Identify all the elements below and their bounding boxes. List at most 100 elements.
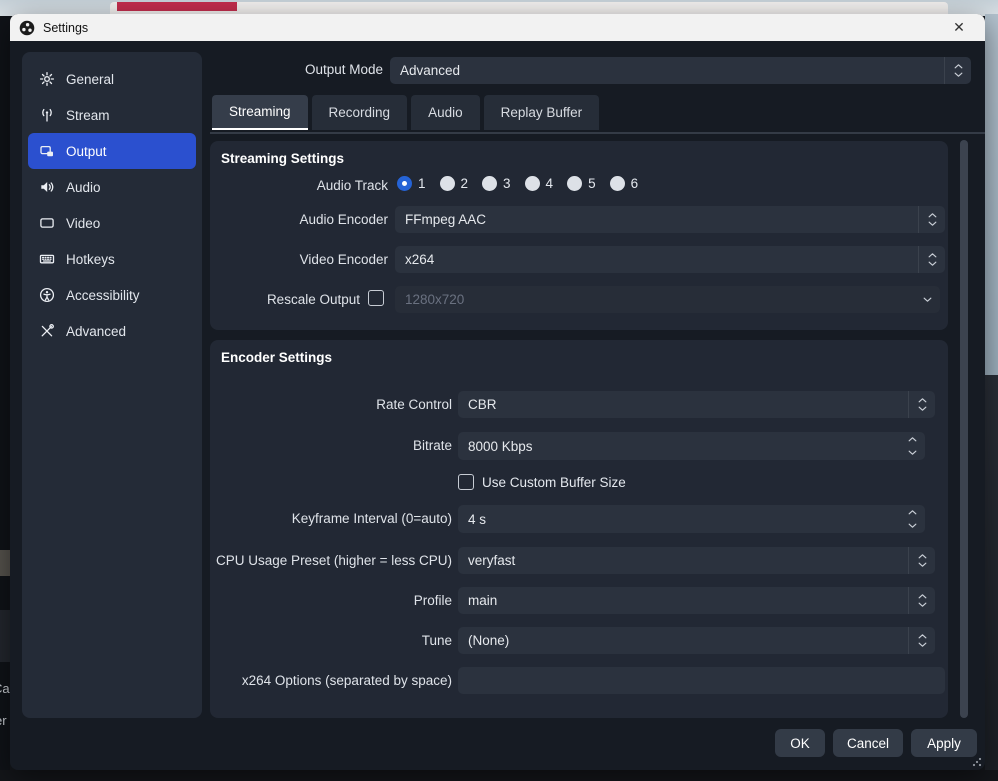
chevron-down-icon: [918, 602, 927, 607]
output-mode-select[interactable]: Advanced: [390, 57, 971, 84]
keyframe-interval-spinbox[interactable]: 4 s: [458, 505, 925, 533]
tab-audio[interactable]: Audio: [411, 95, 480, 130]
profile-label: Profile: [210, 593, 452, 608]
titlebar[interactable]: Settings ✕: [10, 14, 985, 41]
background-window-bottom: [0, 770, 998, 781]
video-encoder-select[interactable]: x264: [395, 246, 945, 273]
output-tabs: Streaming Recording Audio Replay Buffer: [212, 95, 599, 130]
chevron-up-icon: [918, 634, 927, 639]
spin-up-icon: [908, 437, 917, 442]
chevron-up-icon: [928, 213, 937, 218]
sidebar-item-label: General: [66, 72, 114, 87]
keyframe-interval-label: Keyframe Interval (0=auto): [210, 511, 452, 526]
background-left-fragment: [0, 610, 10, 662]
rescale-resolution-select[interactable]: 1280x720: [395, 286, 940, 313]
cpu-preset-label: CPU Usage Preset (higher = less CPU): [210, 553, 452, 568]
chevron-up-icon: [928, 253, 937, 258]
crossed-tools-icon: [39, 323, 55, 339]
background-text-fragment: Ca: [0, 681, 10, 696]
spin-down-icon: [908, 450, 917, 455]
window-title: Settings: [43, 21, 88, 35]
chevron-up-icon: [918, 554, 927, 559]
tab-recording[interactable]: Recording: [312, 95, 408, 130]
background-red-strip: [117, 2, 237, 11]
radio-checked-icon: [397, 176, 412, 191]
audio-track-option-4[interactable]: 4: [525, 176, 554, 191]
tab-streaming[interactable]: Streaming: [212, 95, 308, 130]
spin-down-icon: [908, 523, 917, 528]
output-display-icon: [39, 143, 55, 159]
obs-logo-icon: [19, 20, 35, 36]
scrollbar-thumb[interactable]: [960, 140, 968, 718]
background-text-fragment: er: [0, 713, 7, 728]
bitrate-label: Bitrate: [210, 438, 452, 453]
video-encoder-label: Video Encoder: [210, 252, 388, 267]
sidebar-item-hotkeys[interactable]: Hotkeys: [28, 241, 196, 277]
gear-icon: [39, 71, 55, 87]
cancel-button[interactable]: Cancel: [833, 729, 903, 757]
rescale-output-label: Rescale Output: [210, 292, 360, 307]
resize-grip[interactable]: [972, 757, 982, 767]
sidebar-item-label: Output: [66, 144, 107, 159]
chevron-down-icon: [928, 261, 937, 266]
rescale-output-checkbox[interactable]: [368, 290, 384, 306]
x264-options-field: [458, 667, 945, 694]
accessibility-person-icon: [39, 287, 55, 303]
output-mode-label: Output Mode: [210, 62, 383, 77]
sidebar-item-label: Accessibility: [66, 288, 140, 303]
sidebar-item-accessibility[interactable]: Accessibility: [28, 277, 196, 313]
close-icon[interactable]: ✕: [943, 14, 975, 41]
sidebar-item-video[interactable]: Video: [28, 205, 196, 241]
rate-control-select[interactable]: CBR: [458, 391, 935, 418]
audio-track-option-5[interactable]: 5: [567, 176, 596, 191]
chevron-up-icon: [954, 64, 963, 69]
profile-select[interactable]: main: [458, 587, 935, 614]
settings-dialog: Settings ✕ General Stream Output Audio V…: [10, 14, 985, 770]
cpu-preset-select[interactable]: veryfast: [458, 547, 935, 574]
encoder-settings-title: Encoder Settings: [221, 350, 332, 365]
tune-label: Tune: [210, 633, 452, 648]
background-window-left: [0, 16, 10, 781]
audio-track-option-3[interactable]: 3: [482, 176, 511, 191]
rate-control-label: Rate Control: [210, 397, 452, 412]
chevron-down-icon: [918, 406, 927, 411]
spin-up-icon: [908, 510, 917, 515]
apply-button[interactable]: Apply: [911, 729, 977, 757]
sidebar-item-advanced[interactable]: Advanced: [28, 313, 196, 349]
chevron-up-icon: [918, 594, 927, 599]
chevron-up-icon: [918, 398, 927, 403]
x264-options-label: x264 Options (separated by space): [210, 673, 452, 688]
keyboard-icon: [39, 251, 55, 267]
radio-icon: [525, 176, 540, 191]
audio-encoder-select[interactable]: FFmpeg AAC: [395, 206, 945, 233]
use-custom-buffer-checkbox[interactable]: [458, 474, 474, 490]
sidebar-item-output[interactable]: Output: [28, 133, 196, 169]
chevron-down-icon: [918, 562, 927, 567]
streaming-settings-title: Streaming Settings: [221, 151, 344, 166]
audio-encoder-label: Audio Encoder: [210, 212, 388, 227]
sidebar-item-stream[interactable]: Stream: [28, 97, 196, 133]
tab-replay-buffer[interactable]: Replay Buffer: [484, 95, 600, 130]
chevron-down-icon: [928, 221, 937, 226]
bitrate-spinbox[interactable]: 8000 Kbps: [458, 432, 925, 460]
sidebar-item-label: Advanced: [66, 324, 126, 339]
tune-select[interactable]: (None): [458, 627, 935, 654]
monitor-icon: [39, 215, 55, 231]
ok-button[interactable]: OK: [775, 729, 825, 757]
sidebar-item-label: Video: [66, 216, 100, 231]
sidebar-item-general[interactable]: General: [28, 61, 196, 97]
audio-track-option-6[interactable]: 6: [610, 176, 639, 191]
chevron-down-icon: [923, 297, 932, 302]
sidebar-item-label: Hotkeys: [66, 252, 115, 267]
encoder-settings-panel: Encoder Settings Rate Control CBR Bitrat…: [210, 340, 948, 718]
sidebar-item-audio[interactable]: Audio: [28, 169, 196, 205]
audio-track-option-2[interactable]: 2: [440, 176, 469, 191]
chevron-down-icon: [918, 642, 927, 647]
audio-track-option-1[interactable]: 1: [397, 176, 426, 191]
audio-track-radio-group: 1 2 3 4 5 6: [397, 176, 638, 191]
radio-icon: [482, 176, 497, 191]
background-left-fragment: [0, 550, 10, 576]
broadcast-antenna-icon: [39, 107, 55, 123]
content-scrollbar: [958, 140, 970, 718]
x264-options-input[interactable]: [458, 667, 945, 694]
